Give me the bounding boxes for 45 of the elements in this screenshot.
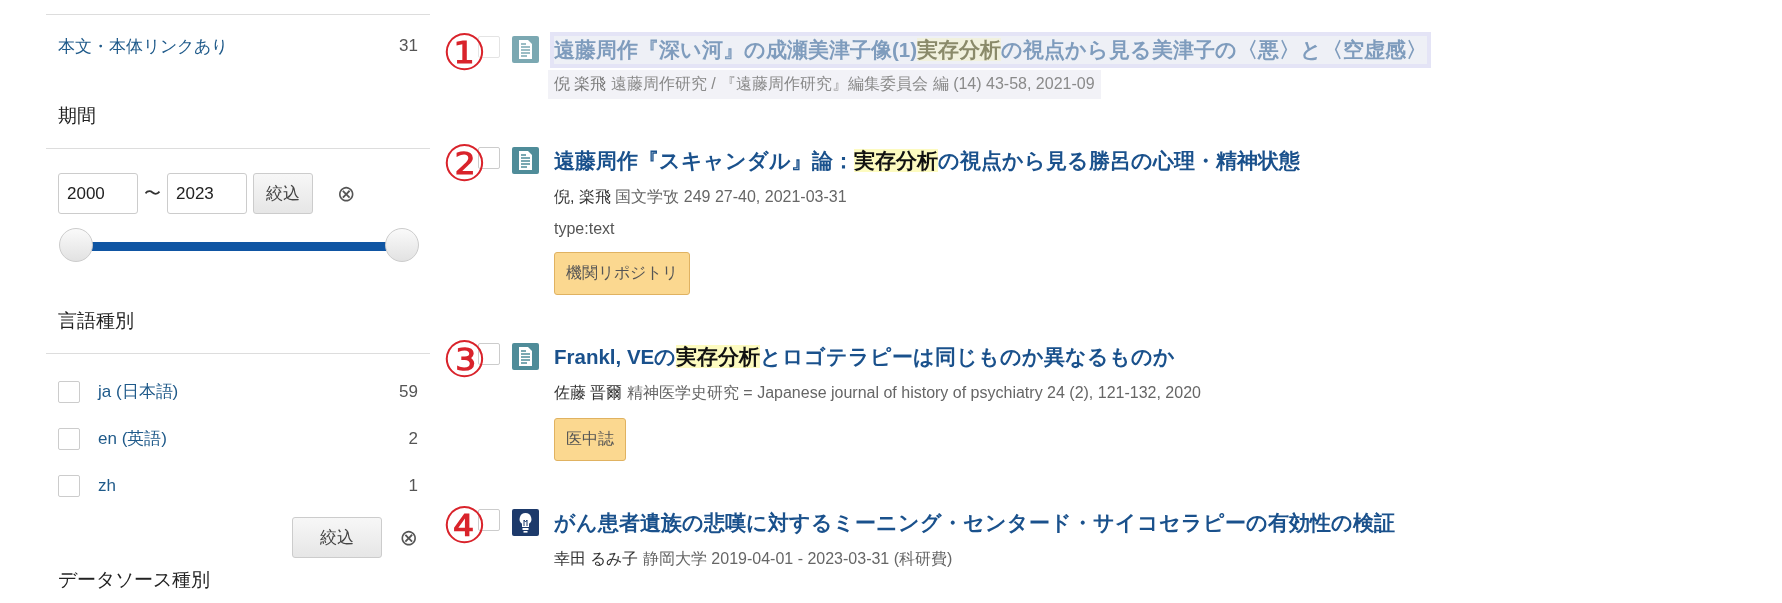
language-option[interactable]: zh xyxy=(98,475,409,496)
result-title[interactable]: Frankl, VEの実存分析とロゴテラピーは同じものか異なるものか xyxy=(554,343,1176,371)
circled-number: ② xyxy=(442,139,487,189)
filter-link[interactable]: 本文・本体リンクあり xyxy=(58,34,228,58)
checkbox[interactable] xyxy=(58,474,80,497)
checkbox[interactable] xyxy=(58,427,80,450)
author-name: 幸田 るみ子 xyxy=(554,550,639,567)
result-count: 31 xyxy=(399,36,418,56)
citation-text: 静岡大学 2019-04-01 - 2023-03-31 (科研費) xyxy=(642,550,953,567)
result-count: 1 xyxy=(408,475,418,496)
document-icon xyxy=(512,343,539,370)
result-count: 2 xyxy=(408,428,418,449)
range-handle[interactable] xyxy=(385,228,419,262)
citation-text: 遠藤周作研究 / 『遠藤周作研究』編集委員会 編 (14) 43-58, 2021-09 xyxy=(610,75,1095,92)
type-label: type:text xyxy=(554,220,615,238)
clear-icon[interactable]: ⊗ xyxy=(399,526,418,549)
lightbulb-icon xyxy=(512,509,539,536)
year-to-field[interactable]: 2023 xyxy=(167,173,247,214)
apply-button[interactable]: 絞込 xyxy=(253,173,313,214)
section-heading: 期間 xyxy=(57,104,97,128)
result-title[interactable]: 遠藤周作『スキャンダル』論：実存分析の視点から見る勝呂の心理・精神状態 xyxy=(554,147,1300,175)
section-heading: 言語種別 xyxy=(57,309,135,333)
citation-text: 精神医学史研究 = Japanese journal of history of psychiatry 24 (2), 121-132, 2020 xyxy=(626,384,1201,401)
language-option[interactable]: ja (日本語) xyxy=(98,380,400,403)
author-name: 倪, 楽飛 xyxy=(554,188,611,205)
circled-number: ③ xyxy=(442,335,487,385)
circled-number: ① xyxy=(442,28,487,78)
clear-icon[interactable]: ⊗ xyxy=(337,182,356,205)
result-title[interactable]: がん患者遺族の悲嘆に対するミーニング・センタード・サイコセラピーの有効性の検証 xyxy=(554,509,1395,537)
source-tag: 医中誌 xyxy=(554,418,626,461)
document-icon xyxy=(512,147,539,174)
language-option[interactable]: en (英語) xyxy=(98,427,409,450)
source-tag: 機関リポジトリ xyxy=(554,252,690,295)
range-separator: 〜 xyxy=(144,183,161,205)
author-name: 倪 楽飛 xyxy=(554,75,607,92)
range-handle[interactable] xyxy=(59,228,93,262)
document-icon xyxy=(512,36,539,63)
apply-button[interactable]: 絞込 xyxy=(291,517,382,558)
citation-text: 国文学攷 249 27-40, 2021-03-31 xyxy=(615,188,847,205)
circled-number: ④ xyxy=(442,501,487,551)
year-from-field[interactable]: 2000 xyxy=(58,173,138,214)
section-heading: データソース種別 xyxy=(57,568,211,590)
author-name: 佐藤 晋爾 xyxy=(554,384,623,401)
result-count: 59 xyxy=(399,381,418,402)
checkbox[interactable] xyxy=(58,380,80,403)
